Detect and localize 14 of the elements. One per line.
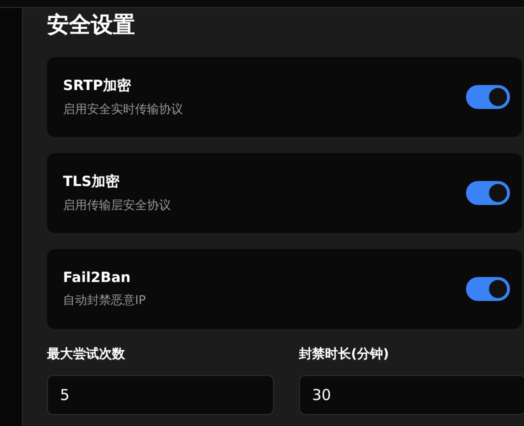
field-label: 最大尝试次数 <box>47 346 126 363</box>
toggle-switch[interactable] <box>466 277 510 301</box>
toggle-switch[interactable] <box>466 85 510 109</box>
input-field[interactable]: 30 <box>299 375 524 415</box>
setting-title: Fail2Ban <box>63 270 132 286</box>
section-title: 安全设置 <box>47 12 136 40</box>
toggle-switch[interactable] <box>466 181 510 205</box>
setting-description: 自动封禁恶意IP <box>63 292 146 308</box>
setting-description: 启用传输层安全协议 <box>63 196 171 214</box>
setting-title: SRTP加密 <box>63 76 132 94</box>
input-field[interactable]: 5 <box>47 375 274 415</box>
setting-title: TLS加密 <box>63 172 121 190</box>
setting-description: 启用安全实时传输协议 <box>63 100 183 118</box>
field-label: 封禁时长(分钟) <box>299 346 390 363</box>
